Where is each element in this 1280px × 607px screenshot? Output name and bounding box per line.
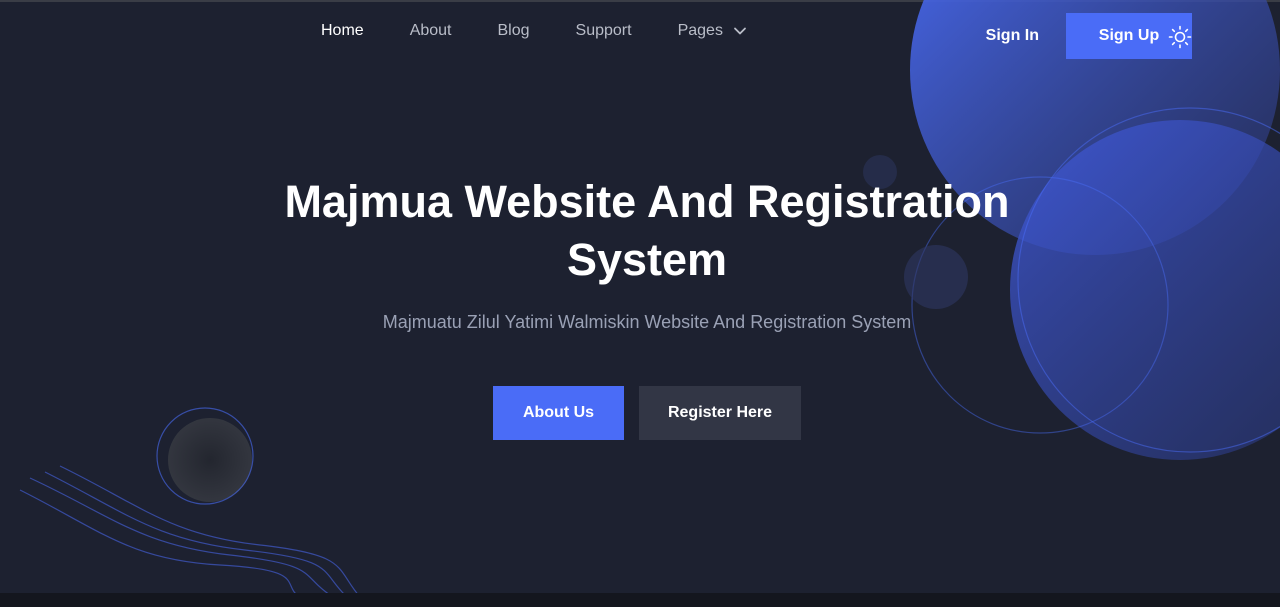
decorative-wave-lines [19, 465, 361, 598]
auth-actions: Sign In Sign Up [986, 13, 1192, 59]
top-border [0, 0, 1280, 2]
main-nav: Home About Blog Support Pages [300, 22, 793, 40]
bottom-band [0, 593, 1280, 607]
decorative-ring [1017, 107, 1280, 453]
decorative-circle [1010, 120, 1280, 460]
about-us-button[interactable]: About Us [493, 386, 624, 440]
register-here-button[interactable]: Register Here [639, 386, 801, 440]
background-decoration [19, 0, 1280, 598]
nav-item-support[interactable]: Support [576, 22, 632, 40]
chevron-down-icon [734, 27, 746, 35]
nav-item-pages[interactable]: Pages [678, 22, 747, 40]
sun-icon[interactable] [1168, 25, 1192, 49]
nav-item-blog[interactable]: Blog [498, 22, 530, 40]
hero-title: Majmua Website And Registration System [284, 176, 1010, 285]
nav-item-about[interactable]: About [410, 22, 452, 40]
decorative-ring [156, 407, 254, 505]
nav-item-pages-label: Pages [677, 22, 723, 39]
decorative-circle [168, 418, 252, 502]
hero-subtitle: Majmuatu Zilul Yatimi Walmiskin Website … [382, 312, 912, 332]
sign-in-link[interactable]: Sign In [986, 27, 1039, 45]
nav-item-home[interactable]: Home [321, 22, 364, 40]
